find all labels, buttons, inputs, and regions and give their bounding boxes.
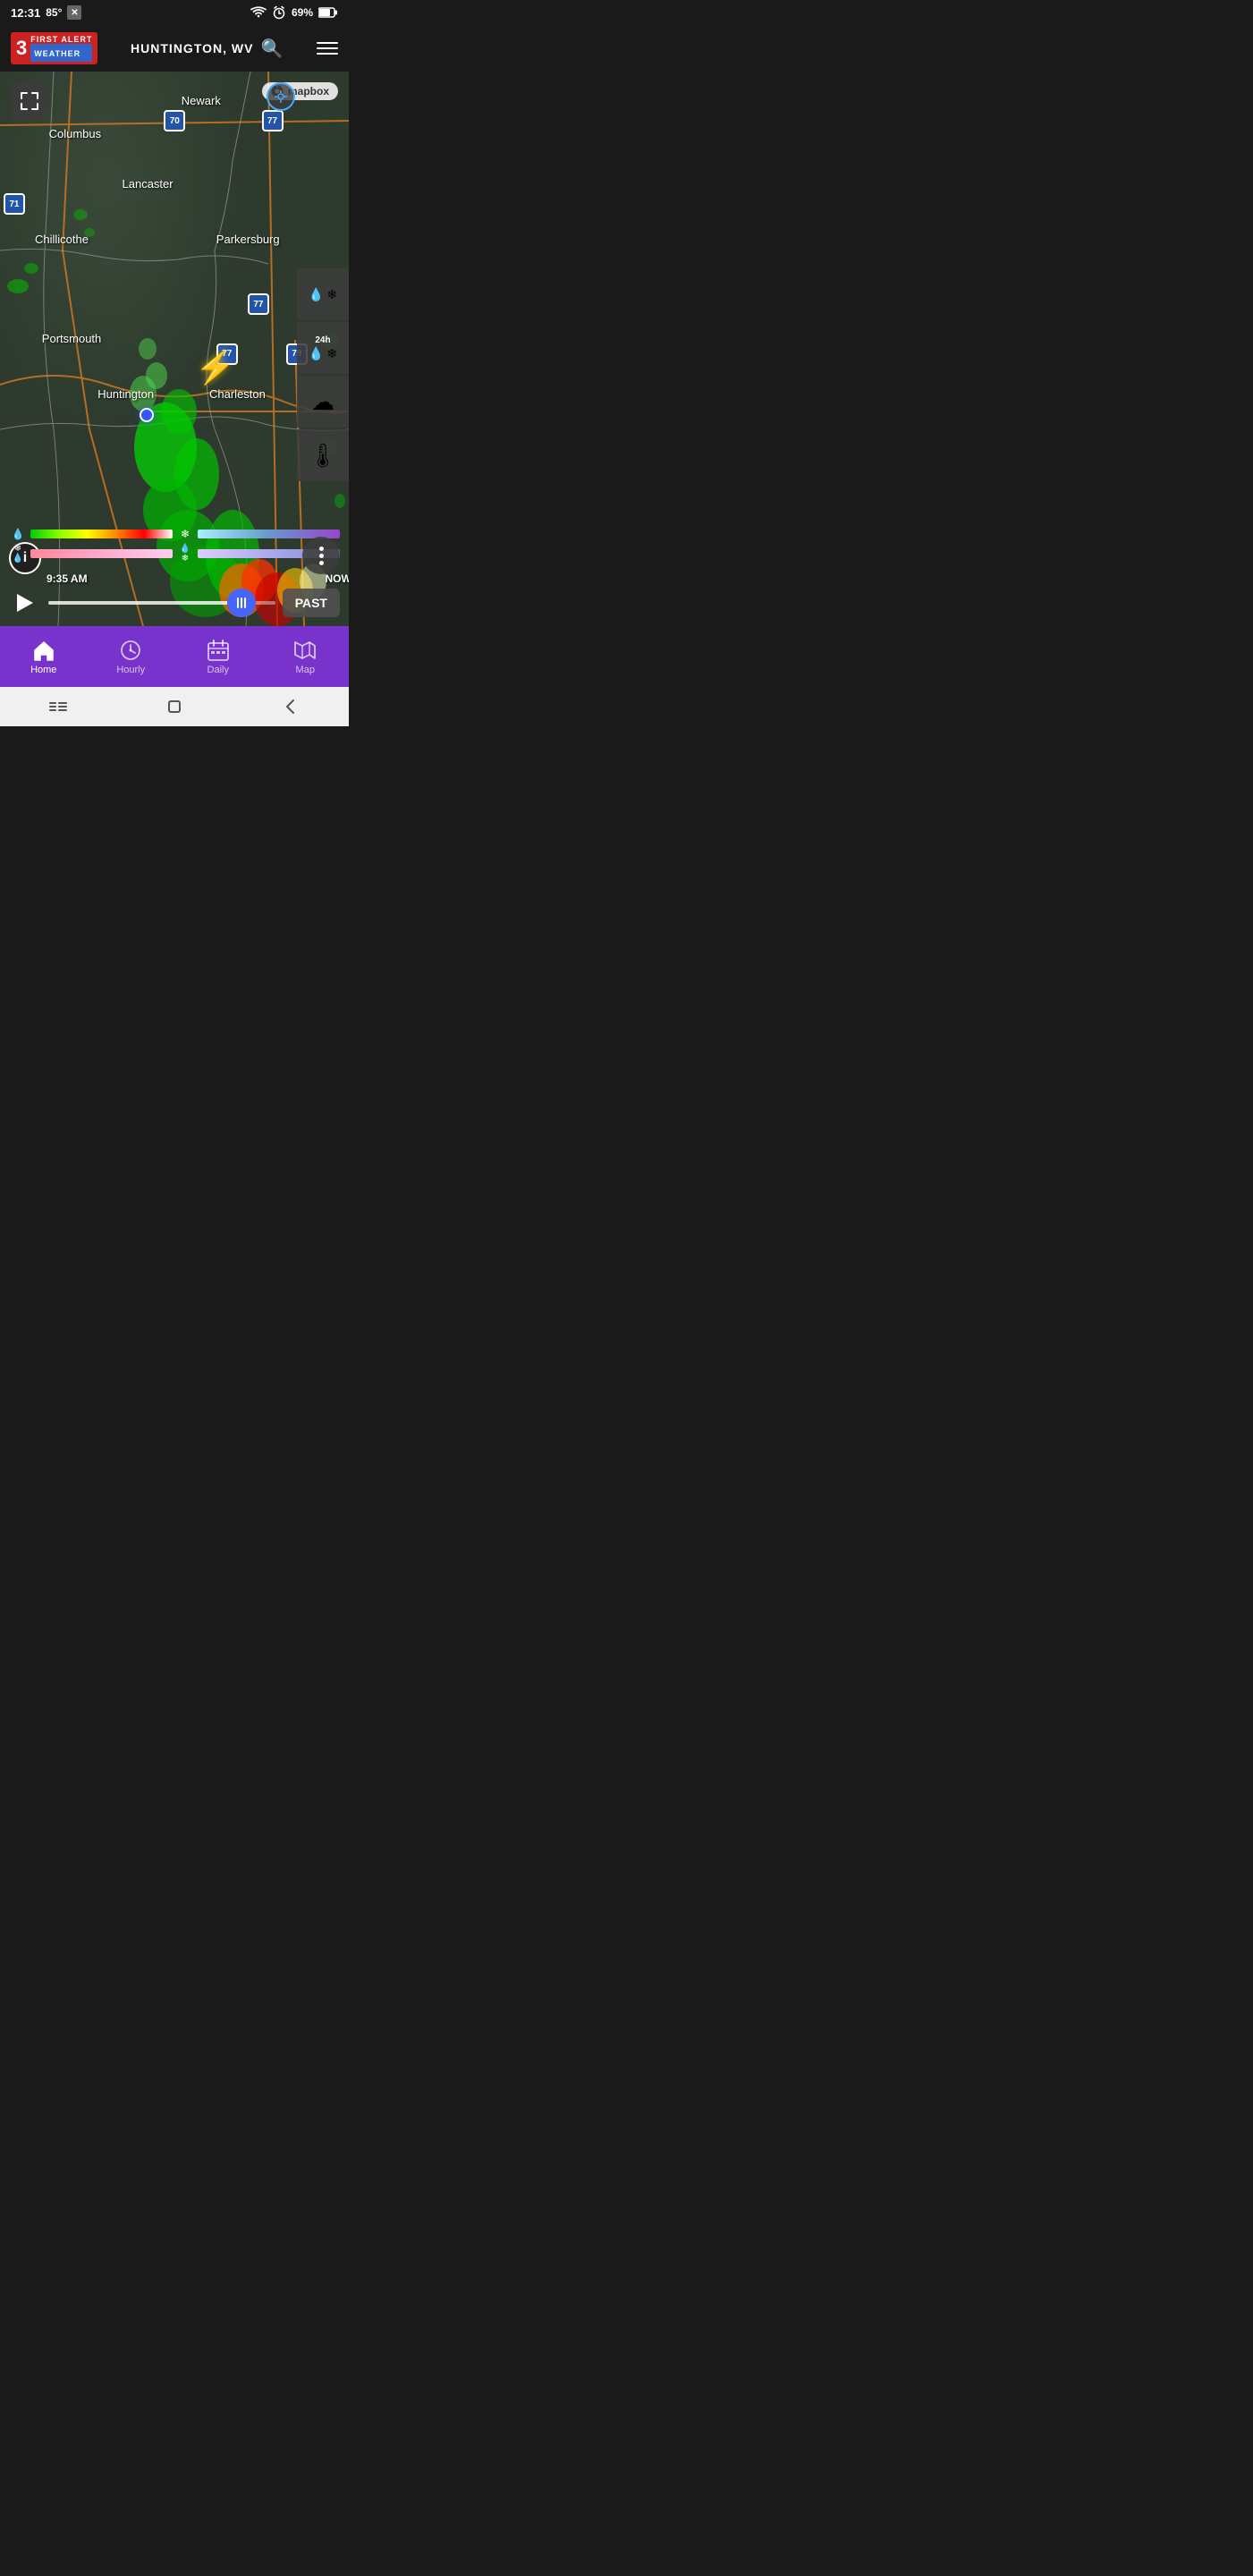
legend-gradient-mix (30, 549, 173, 558)
precipitation-button[interactable]: 💧❄ (297, 268, 349, 320)
wifi-icon (250, 6, 267, 19)
search-icon[interactable]: 🔍 (260, 38, 284, 60)
more-dot-2 (319, 554, 324, 558)
thermometer-icon: 🌡 (308, 442, 337, 470)
status-temperature: 85° (46, 6, 62, 19)
legend-bar: 💧 ❄ ❄💧 💧❄ (9, 528, 340, 564)
logo-box: 3 FIRST ALERT WEATHER (11, 32, 97, 65)
expand-icon (20, 91, 39, 111)
menu-icon[interactable] (317, 42, 338, 55)
map-expand-button[interactable] (11, 82, 48, 120)
back-icon (283, 699, 299, 715)
legend-snow-icon: ❄ (176, 528, 194, 540)
timeline-fill (48, 601, 241, 605)
thumb-lines (237, 597, 246, 608)
menu-line-1 (317, 42, 338, 44)
more-options-button[interactable] (302, 537, 340, 574)
precip-icon: 💧❄ (309, 287, 337, 302)
legend-gradient-rain (30, 530, 173, 538)
menu-line-3 (317, 53, 338, 55)
nav-daily[interactable]: Daily (174, 635, 262, 679)
legend-row-1: 💧 ❄ (9, 528, 340, 540)
legend-freezing-icon: 💧❄ (176, 544, 194, 564)
thumb-line-2 (241, 597, 242, 608)
recent-icon (48, 699, 68, 714)
more-dot-1 (319, 547, 324, 551)
nav-map[interactable]: Map (262, 635, 350, 679)
recent-apps-button[interactable] (44, 697, 72, 716)
status-time: 12:31 (11, 6, 40, 20)
clouds-button[interactable]: ☁ (297, 376, 349, 428)
legend-rain-icon: 💧 (9, 528, 27, 540)
thumb-line-3 (244, 597, 246, 608)
home-icon (32, 639, 55, 662)
logo-text-col: FIRST ALERT WEATHER (30, 35, 92, 63)
nav-hourly-label: Hourly (116, 665, 145, 675)
24h-button[interactable]: 24h 💧❄ (297, 322, 349, 374)
24h-icon: 💧❄ (309, 346, 337, 361)
now-label: NOW (326, 572, 350, 585)
play-triangle-icon (17, 594, 33, 612)
start-time-label: 9:35 AM (47, 572, 88, 585)
status-right: 69% (250, 5, 338, 20)
logo-weather-box: WEATHER (30, 44, 92, 62)
highway-70: 70 (164, 110, 185, 131)
logo-weather: WEATHER (34, 49, 80, 58)
legend-mix-icon: ❄💧 (9, 544, 27, 564)
current-location-icon (275, 90, 287, 103)
timeline-track[interactable] (48, 601, 275, 605)
location-button[interactable] (267, 82, 295, 111)
battery-icon (318, 7, 338, 18)
highway-77-north: 77 (262, 110, 284, 131)
highway-71: 71 (4, 193, 25, 215)
home-sys-icon (165, 698, 183, 716)
highway-77-mid: 77 (248, 293, 269, 315)
nav-hourly[interactable]: Hourly (88, 635, 175, 679)
map-right-panel: 💧❄ 24h 💧❄ ☁ 🌡 (297, 268, 349, 481)
thumb-line-1 (237, 597, 239, 608)
nav-daily-label: Daily (207, 665, 229, 675)
nav-home[interactable]: Home (0, 635, 88, 679)
map-icon (293, 639, 317, 662)
bottom-navigation: Home Hourly Daily Map (0, 626, 349, 687)
battery-percent: 69% (292, 6, 313, 19)
header-location[interactable]: HUNTINGTON, WV 🔍 (131, 38, 284, 60)
more-dot-3 (319, 561, 324, 565)
system-nav-bar (0, 687, 349, 726)
cloud-icon: ☁ (311, 388, 334, 416)
past-button[interactable]: PAST (283, 589, 340, 617)
playback-controls: PAST (9, 587, 340, 619)
map-container[interactable]: Newark Columbus Lancaster Chillicothe Pa… (0, 72, 349, 626)
highway-77-south: 77 (216, 343, 238, 365)
timeline-thumb[interactable] (227, 589, 256, 617)
status-bar: 12:31 85° ✕ 69% (0, 0, 349, 25)
nav-map-label: Map (296, 665, 315, 675)
clock-icon (119, 639, 142, 662)
24h-label: 24h (315, 335, 330, 345)
play-button[interactable] (9, 587, 41, 619)
nav-home-label: Home (30, 665, 56, 675)
logo-first-alert: FIRST ALERT (30, 35, 92, 45)
logo-channel: 3 (16, 38, 27, 58)
app-header: 3 FIRST ALERT WEATHER HUNTINGTON, WV 🔍 (0, 25, 349, 72)
calendar-icon (207, 639, 230, 662)
location-text: HUNTINGTON, WV (131, 41, 253, 55)
location-dot (140, 408, 154, 422)
temperature-button[interactable]: 🌡 (297, 429, 349, 481)
legend-row-2: ❄💧 💧❄ (9, 544, 340, 564)
back-button[interactable] (276, 697, 305, 716)
menu-line-2 (317, 47, 338, 49)
home-sys-button[interactable] (160, 697, 189, 716)
app-logo[interactable]: 3 FIRST ALERT WEATHER (11, 32, 97, 65)
close-notification-icon[interactable]: ✕ (67, 5, 81, 20)
alarm-icon (272, 5, 286, 20)
status-left: 12:31 85° ✕ (11, 5, 81, 20)
